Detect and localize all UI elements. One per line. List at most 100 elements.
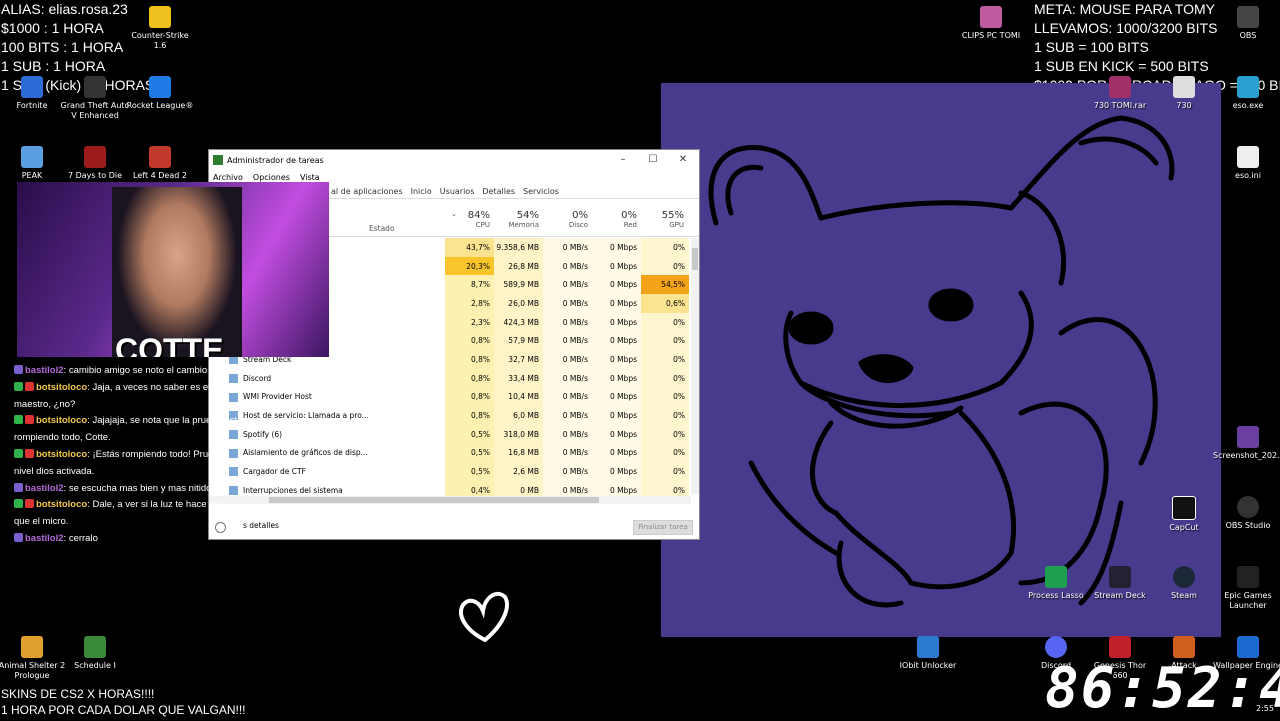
desktop-icon-clips[interactable]: CLIPS PC TOMI [956,6,1026,41]
desktop-icon-peak[interactable]: PEAK [0,146,67,181]
process-name: Host de servicio: Llamada a pro... [243,411,369,421]
process-lasso-icon [1045,566,1067,588]
chat-username[interactable]: bastilol2 [25,483,64,494]
cell-network: 0 Mbps [592,350,641,369]
chat-username[interactable]: bastilol2 [25,533,64,544]
column-estado[interactable]: Estado [369,224,395,233]
menu-vista[interactable]: Vista [300,173,320,182]
cell-cpu: 43,7% [445,238,494,257]
settings-file-icon [1237,146,1259,168]
cell-disk: 0 MB/s [543,406,592,425]
desktop-icon-gta[interactable]: Grand Theft Auto V Enhanced [60,76,130,121]
desktop-icon-process-lasso[interactable]: Process Lasso [1021,566,1091,601]
desktop-icon-steam[interactable]: Steam [1149,566,1219,601]
cell-cpu: 8,7% [445,275,494,295]
cell-memory: 10,4 MB [494,387,543,407]
cell-cpu: 0,8% [445,368,494,388]
cell-network: 0 Mbps [592,331,641,351]
chat-message: botsitoloco: ¡Estás rompiendo todo! Prue… [14,447,244,481]
fortnite-icon [21,76,43,98]
cell-disk: 0 MB/s [543,331,592,351]
chat-username[interactable]: botsitoloco [36,382,87,393]
vertical-scrollbar[interactable] [691,238,699,494]
table-row[interactable]: Spotify (6) 0,5% 318,0 MB 0 MB/s 0 Mbps 0% [209,424,693,444]
close-button[interactable]: ✕ [669,152,697,168]
table-row[interactable]: Aislamiento de gráficos de disp... 0,5% 16… [209,443,693,463]
column-memoria[interactable]: 54% Memoria [494,210,539,229]
chat-username[interactable]: botsitoloco [36,415,87,426]
desktop-icon-iobit[interactable]: IObit Unlocker [893,636,963,671]
rocket-league-icon [149,76,171,98]
desktop-icon-730-rar[interactable]: 730 TOMI.rar [1085,76,1155,111]
minimize-button[interactable]: – [609,152,637,168]
tab-usuarios[interactable]: Usuarios [440,187,475,196]
exe-icon [1237,76,1259,98]
desktop-icon-screenshot[interactable]: Screenshot_202... [1213,426,1280,461]
horizontal-scrollbar[interactable] [209,496,691,504]
desktop-icon-obs-studio[interactable]: OBS Studio [1213,496,1280,531]
chat-message: botsitoloco: Jajajaja, se nota que la pr… [14,413,244,447]
table-row[interactable]: WMI Provider Host 0,8% 10,4 MB 0 MB/s 0 Mbps… [209,387,693,407]
cell-gpu: 54,5% [641,275,689,295]
menu-archivo[interactable]: Archivo [213,173,243,182]
desktop-icon-fortnite[interactable]: Fortnite [0,76,67,111]
chat-username[interactable]: botsitoloco [36,499,87,510]
cell-gpu: 0% [641,406,689,425]
table-row[interactable]: Cargador de CTF 0,5% 2,6 MB 0 MB/s 0 Mbps 0% [209,462,693,481]
badge-icon [14,365,23,374]
badge-icon [14,499,23,509]
menu-opciones[interactable]: Opciones [253,173,290,182]
column-disco[interactable]: 0% Disco [543,210,588,229]
column-gpu[interactable]: 55% GPU [641,210,684,229]
badge-icon [14,448,23,458]
tab-servicios[interactable]: Servicios [523,187,559,196]
iobit-icon [917,636,939,658]
badge-icon [14,381,23,391]
webcam-label: COTTE [115,332,224,357]
desktop-icon-stream-deck[interactable]: Stream Deck [1085,566,1155,601]
desktop-icon-obs-folder[interactable]: OBS [1213,6,1280,41]
desktop-icon-schedule[interactable]: Schedule I [60,636,130,671]
cell-gpu: 0% [641,387,689,407]
folder-icon [1237,6,1259,28]
cell-network: 0 Mbps [592,294,641,313]
cell-network: 0 Mbps [592,387,641,407]
chat-message: bastilol2: camibio amigo se noto el camb… [14,363,244,380]
cell-memory: 57,9 MB [494,331,543,351]
desktop-icon-l4d2[interactable]: Left 4 Dead 2 [125,146,195,181]
desktop-icon-rocket-league[interactable]: Rocket League® [125,76,195,111]
chat-username[interactable]: bastilol2 [25,365,64,376]
desktop-icon-eso-ini[interactable]: eso.ini [1213,146,1280,181]
cell-disk: 0 MB/s [543,256,592,276]
less-details-link[interactable]: s detalles [243,521,279,530]
cell-gpu: 0,6% [641,294,689,313]
tab-detalles[interactable]: Detalles [482,187,515,196]
column-red[interactable]: 0% Red [592,210,637,229]
tab-historial[interactable]: al de aplicaciones [331,187,403,196]
desktop-icon-7days[interactable]: 7 Days to Die [60,146,130,181]
chat-username[interactable]: botsitoloco [36,449,87,460]
task-manager-titlebar[interactable]: Administrador de tareas – ☐ ✕ [209,150,699,170]
desktop-icon-cs16[interactable]: Counter-Strike 1.6 [125,6,195,51]
table-row[interactable]: Discord 0,8% 33,4 MB 0 MB/s 0 Mbps 0% [209,368,693,388]
process-name: Discord [243,373,272,383]
cell-cpu: 0,8% [445,331,494,351]
schedule-icon [84,636,106,658]
maximize-button[interactable]: ☐ [639,152,667,168]
desktop-icon-epic[interactable]: Epic Games Launcher [1213,566,1280,611]
overlay-line: 1 HORA POR CADA DOLAR QUE VALGAN!!! [1,703,246,717]
counter-strike-icon [149,6,171,28]
tray-clock[interactable]: 2:55 [1256,704,1274,713]
cell-gpu: 0% [641,256,689,276]
desktop-icon-capcut[interactable]: CapCut [1149,496,1219,533]
tab-inicio[interactable]: Inicio [411,187,432,196]
end-task-button[interactable]: Finalizar tarea [633,520,693,535]
desktop-icon-animal-shelter[interactable]: Animal Shelter 2 Prologue [0,636,67,681]
column-cpu[interactable]: 84% CPU [445,210,490,229]
desktop-icon-730[interactable]: 730 [1149,76,1219,111]
capcut-icon [1172,496,1196,520]
stream-chat: bastilol2: camibio amigo se noto el camb… [14,363,244,548]
overlay-line: 1 SUB EN KICK = 500 BITS [1034,58,1209,74]
desktop-icon-eso-exe[interactable]: eso.exe [1213,76,1280,111]
table-row[interactable]: Host de servicio: Llamada a pro... 0,8% 6,… [209,406,693,425]
